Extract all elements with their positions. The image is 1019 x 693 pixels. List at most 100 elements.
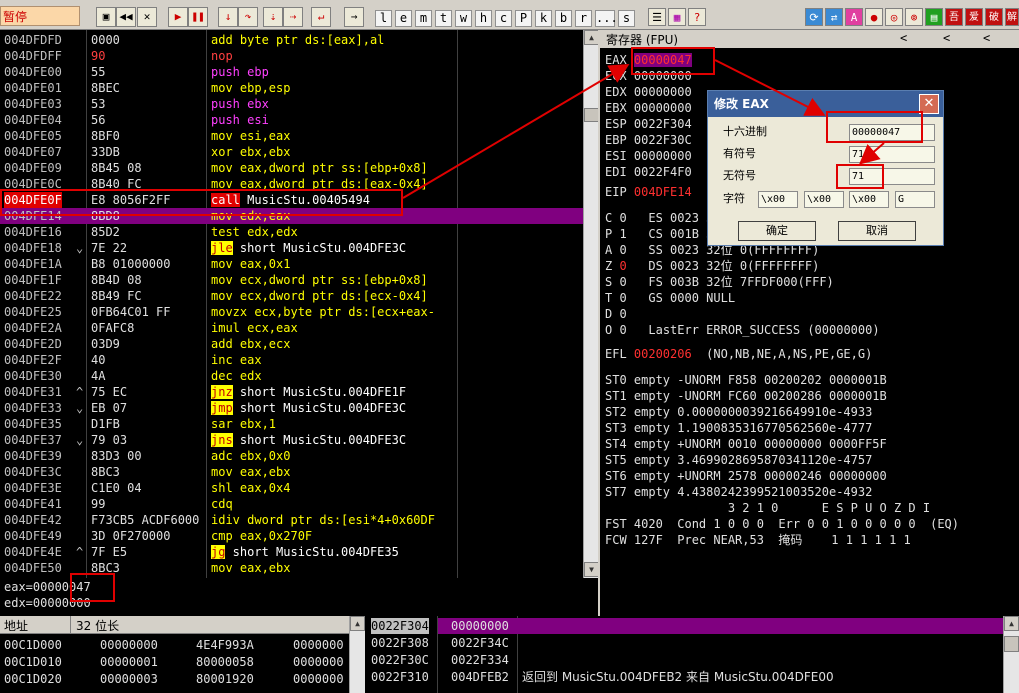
disasm-row[interactable]: 004DFE09 8B45 08 mov eax,dword ptr ss:[ebp… <box>0 160 583 176</box>
flag-value[interactable]: 0 <box>619 307 626 321</box>
target-icon[interactable]: ◎ <box>885 8 903 26</box>
fcw-row[interactable]: FCW 127F Prec NEAR,53 掩码 1 1 1 1 1 1 <box>605 532 911 548</box>
register-value[interactable]: 0022F30C <box>634 133 692 147</box>
fst-row[interactable]: FST 4020 Cond 1 0 0 0 Err 0 0 1 0 0 0 0 … <box>605 516 959 532</box>
fpu-row[interactable]: ST4 empty +UNORM 0010 00000000 0000FF5F <box>605 436 887 452</box>
disasm-row[interactable]: 004DFE35 D1FB sar ebx,1 <box>0 416 583 432</box>
fpu-row[interactable]: ST3 empty 1.1900835316770562560e-4777 <box>605 420 872 436</box>
plugin-ai-icon[interactable]: 爱 <box>965 8 983 26</box>
unsigned-input[interactable]: 71 <box>849 168 935 185</box>
register-row[interactable]: ESI 00000000 <box>605 148 692 164</box>
go-to-icon[interactable]: → <box>344 7 364 27</box>
register-row[interactable]: EIP 004DFE14 <box>605 184 692 200</box>
scroll-down-icon[interactable]: ▼ <box>584 562 598 577</box>
step-over-icon[interactable]: ↷ <box>238 7 258 27</box>
disasm-row[interactable]: 004DFE14 8BD8 mov edx,eax <box>0 208 583 224</box>
disasm-row[interactable]: 004DFE2D 03D9 add ebx,ecx <box>0 336 583 352</box>
dump-row[interactable]: 00C1D000 00000000 4E4F993A 0000000 <box>0 637 349 653</box>
fpu-row[interactable]: ST0 empty -UNORM F858 00200202 0000001B <box>605 372 887 388</box>
step-into-icon[interactable]: ↓ <box>218 7 238 27</box>
scan-icon[interactable]: ⊚ <box>905 8 923 26</box>
dump-row[interactable]: 00C1D020 00000003 80001920 0000000 <box>0 671 349 687</box>
trace-over-icon[interactable]: ⇢ <box>283 7 303 27</box>
flag-value[interactable]: 0 <box>619 211 626 225</box>
fpu-row[interactable]: ST7 empty 4.4380242399521003520e-4932 <box>605 484 872 500</box>
disasm-row[interactable]: 004DFE0C 8B40 FC mov eax,dword ptr ds:[eax… <box>0 176 583 192</box>
record-icon[interactable]: ● <box>865 8 883 26</box>
disasm-row[interactable]: 004DFE31 ^ 75 EC jnz short MusicStu.004DFE1… <box>0 384 583 400</box>
toolbar-h-button[interactable]: h <box>475 10 492 27</box>
refresh-icon[interactable]: ⟳ <box>805 8 823 26</box>
registers-nav-next[interactable]: < <box>983 31 990 45</box>
disasm-row[interactable]: 004DFE30 4A dec edx <box>0 368 583 384</box>
flag-value[interactable]: 0 <box>619 275 626 289</box>
flag-row[interactable]: T 0 GS 0000 NULL <box>605 290 735 306</box>
a-icon[interactable]: A <box>845 8 863 26</box>
toolbar-w-button[interactable]: w <box>455 10 472 27</box>
registers-nav-prev[interactable]: < <box>900 31 907 45</box>
disasm-row[interactable]: 004DFE37 ⌄ 79 03 jns short MusicStu.004DFE3… <box>0 432 583 448</box>
disasm-row[interactable]: 004DFE50 8BC3 mov eax,ebx <box>0 560 583 576</box>
disasm-row[interactable]: 004DFE3C 8BC3 mov eax,ebx <box>0 464 583 480</box>
plugin-jie-icon[interactable]: 解 <box>1005 8 1019 26</box>
register-row[interactable]: ECX 00000000 <box>605 68 692 84</box>
char-input-4[interactable]: G <box>895 191 935 208</box>
disasm-row[interactable]: 004DFE39 83D3 00 adc ebx,0x0 <box>0 448 583 464</box>
stack-row[interactable]: 0022F310 004DFEB2 返回到 MusicStu.004DFEB2 来自… <box>365 669 1003 685</box>
scroll-up-icon[interactable]: ▲ <box>584 30 598 45</box>
stack-row[interactable]: 0022F308 0022F34C <box>365 635 1003 651</box>
register-row[interactable]: EDI 0022F4F0 <box>605 164 692 180</box>
pause-icon[interactable]: ❚❚ <box>188 7 208 27</box>
dump-row[interactable]: 00C1D010 00000001 80000058 0000000 <box>0 654 349 670</box>
swap-icon[interactable]: ⇄ <box>825 8 843 26</box>
register-value[interactable]: 0022F304 <box>634 117 692 131</box>
char-input-2[interactable]: \x00 <box>804 191 844 208</box>
disasm-row[interactable]: 004DFE1F 8B4D 08 mov ecx,dword ptr ss:[ebp… <box>0 272 583 288</box>
toolbar-b-button[interactable]: b <box>555 10 572 27</box>
fpu-row[interactable]: ST6 empty +UNORM 2578 00000246 00000000 <box>605 468 887 484</box>
disasm-row[interactable]: 004DFE4E ^ 7F E5 jg short MusicStu.004DFE35 <box>0 544 583 560</box>
disassembly-scrollbar[interactable]: ▲ ▼ <box>583 30 598 578</box>
dump-scrollbar[interactable]: ▲ <box>349 616 365 693</box>
disasm-row[interactable]: 004DFE18 ⌄ 7E 22 jle short MusicStu.004DFE3… <box>0 240 583 256</box>
disasm-row[interactable]: 004DFE05 8BF0 mov esi,eax <box>0 128 583 144</box>
disasm-row[interactable]: 004DFE49 3D 0F270000 cmp eax,0x270F <box>0 528 583 544</box>
flag-row[interactable]: D 0 <box>605 306 627 322</box>
toolbar-p-button[interactable]: P <box>515 10 532 27</box>
scroll-up-icon[interactable]: ▲ <box>1004 616 1019 631</box>
toolbar-m-button[interactable]: m <box>415 10 432 27</box>
plugin-yu-icon[interactable]: 吾 <box>945 8 963 26</box>
register-value[interactable]: 00000000 <box>634 69 692 83</box>
open-icon[interactable]: ▣ <box>96 7 116 27</box>
toolbar-s-button[interactable]: s <box>618 10 635 27</box>
disasm-row[interactable]: 004DFE25 0FB64C01 FF movzx ecx,byte ptr ds… <box>0 304 583 320</box>
disasm-row[interactable]: 004DFE1A B8 01000000 mov eax,0x1 <box>0 256 583 272</box>
stack-row[interactable]: 0022F304 00000000 <box>371 618 1003 634</box>
register-value[interactable]: 00000000 <box>634 101 692 115</box>
register-value[interactable]: 00000000 <box>634 85 692 99</box>
dump-header-address[interactable]: 地址 <box>4 617 28 634</box>
memory-dump-pane[interactable]: 地址 32 位长 00C1D000 00000000 4E4F993A 0000000… <box>0 616 365 693</box>
disasm-row[interactable]: 004DFDFF 90 nop <box>0 48 583 64</box>
toolbar-c-button[interactable]: c <box>495 10 512 27</box>
flag-value[interactable]: 0 <box>619 259 626 273</box>
stack-scrollbar[interactable]: ▲ <box>1003 616 1019 693</box>
toolbar-more-button[interactable]: ... <box>595 10 618 27</box>
flag-row[interactable]: Z 0 DS 0023 32位 0(FFFFFFFF) <box>605 258 819 274</box>
disasm-row[interactable]: 004DFE22 8B49 FC mov ecx,dword ptr ds:[ecx… <box>0 288 583 304</box>
close-icon[interactable]: ✕ <box>919 94 939 114</box>
register-value[interactable]: 004DFE14 <box>634 185 692 199</box>
register-row[interactable]: EAX 00000047 <box>605 52 692 68</box>
fpu-row[interactable]: ST1 empty -UNORM FC60 00200286 0000001B <box>605 388 887 404</box>
flag-value[interactable]: 0 <box>619 323 626 337</box>
hex-input[interactable]: 00000047 <box>849 124 935 141</box>
disasm-row[interactable]: 004DFE07 33DB xor ebx,ebx <box>0 144 583 160</box>
toolbar-k-button[interactable]: k <box>535 10 552 27</box>
close-icon[interactable]: ✕ <box>137 7 157 27</box>
grid-icon[interactable]: ▦ <box>668 8 686 26</box>
rewind-icon[interactable]: ◀◀ <box>116 7 136 27</box>
scroll-thumb[interactable] <box>1004 636 1019 652</box>
flag-row[interactable]: S 0 FS 003B 32位 7FFDF000(FFF) <box>605 274 834 290</box>
disasm-row[interactable]: 004DFE0F E8 8056F2FF call MusicStu.0040549… <box>0 192 583 208</box>
register-value[interactable]: 0022F4F0 <box>634 165 692 179</box>
